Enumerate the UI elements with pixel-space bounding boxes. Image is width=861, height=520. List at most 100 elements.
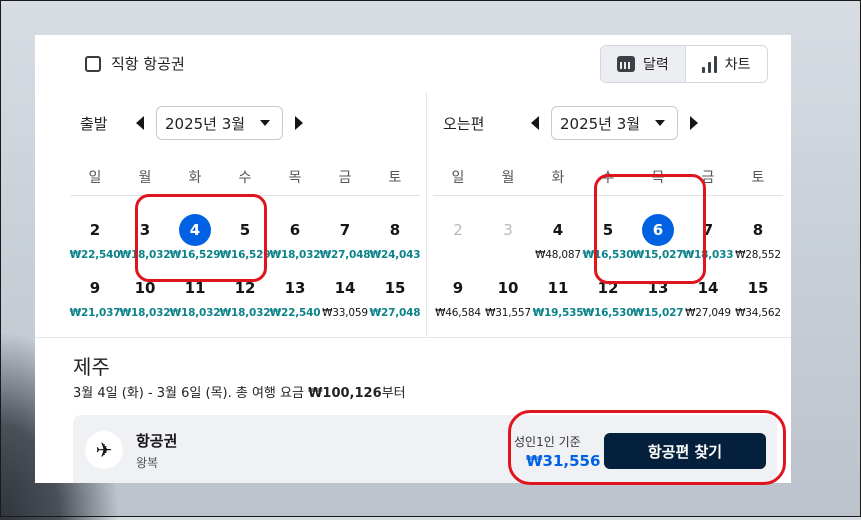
day-number: 7 (702, 221, 714, 239)
day-price: ₩18,032 (119, 249, 171, 261)
day-price: ₩27,049 (685, 307, 731, 319)
day-price: ₩27,048 (319, 249, 371, 261)
calendar-day[interactable]: 9 ₩21,037 (70, 272, 121, 330)
departure-month-value: 2025년 3월 (165, 114, 246, 133)
flight-search-panel: 직항 항공권 달력 차트 출발 2025년 3월 일 월 화 수 목 금 토 2… (35, 35, 791, 483)
calendar-day[interactable]: 12 ₩16,530 (582, 272, 634, 330)
day-price: ₩18,032 (169, 307, 221, 319)
prev-month-icon[interactable] (136, 116, 144, 130)
day-number: 3 (139, 221, 151, 239)
calendar-day[interactable]: 7 ₩18,033 (682, 214, 734, 272)
calendar-day[interactable]: 3 ₩18,032 (119, 214, 171, 272)
weekday-header: 일 월 화 수 목 금 토 (433, 167, 783, 187)
day-number: 13 (284, 279, 306, 297)
next-month-icon[interactable] (690, 116, 698, 130)
day-number: 4 (552, 221, 564, 239)
day-number: 12 (234, 279, 256, 297)
day-price: ₩16,529 (219, 249, 271, 261)
day-number: 11 (547, 279, 569, 297)
calendar-day[interactable]: 15 ₩27,048 (370, 272, 421, 330)
calendar-day[interactable]: 9 ₩46,584 (433, 272, 483, 330)
calendar-day[interactable]: 10 ₩31,557 (483, 272, 533, 330)
day-number: 14 (697, 279, 719, 297)
weekday-label: 월 (501, 170, 515, 186)
calendar-day: 2 (433, 214, 483, 272)
day-number: 9 (452, 279, 464, 297)
day-number: 10 (497, 279, 519, 297)
chart-view-button[interactable]: 차트 (684, 46, 767, 82)
day-number: 8 (752, 221, 764, 239)
day-price: ₩18,032 (269, 249, 321, 261)
destination-title: 제주 (73, 355, 110, 379)
return-day-grid: 2 3 4 ₩48,087 5 ₩16,530 6 ₩15,027 7 ₩18,033 8 ₩28,5… (433, 214, 783, 330)
weekday-label: 수 (601, 170, 615, 186)
find-flights-button[interactable]: 항공편 찾기 (604, 433, 766, 469)
bar-chart-icon (701, 55, 717, 73)
calendar-day[interactable]: 7 ₩27,048 (319, 214, 371, 272)
calendar-day[interactable]: 8 ₩24,043 (369, 214, 421, 272)
day-price: ₩34,562 (735, 307, 781, 319)
next-month-icon[interactable] (295, 116, 303, 130)
day-price: ₩15,027 (632, 249, 684, 261)
section-divider (35, 337, 791, 338)
day-number: 6 (289, 221, 301, 239)
chart-view-label: 차트 (724, 57, 751, 73)
day-price: ₩16,530 (582, 249, 634, 261)
calendar-day[interactable]: 13 ₩22,540 (269, 272, 321, 330)
calendar-day[interactable]: 15 ₩34,562 (733, 272, 783, 330)
trip-type: 왕복 (136, 456, 159, 470)
weekday-label: 토 (751, 170, 765, 186)
departure-day-grid: 2 ₩22,540 3 ₩18,032 4 ₩16,529 5 ₩16,529 6 ₩18,032… (70, 214, 421, 330)
calendar-view-button[interactable]: 달력 (601, 46, 685, 82)
day-number: 9 (89, 279, 101, 297)
day-price: ₩16,530 (582, 307, 634, 319)
return-month-select[interactable]: 2025년 3월 (551, 106, 678, 140)
flight-price: ₩31,556 (526, 452, 601, 470)
day-price: ₩22,540 (269, 307, 321, 319)
departure-label: 출발 (80, 114, 108, 133)
day-number: 5 (239, 221, 251, 239)
day-price: ₩48,087 (535, 249, 581, 261)
day-price: ₩18,033 (682, 249, 734, 261)
price-basis: 성인1인 기준 (514, 435, 581, 449)
calendar-day[interactable]: 11 ₩19,535 (533, 272, 584, 330)
day-number: 15 (747, 279, 769, 297)
calendar-day[interactable]: 4 ₩16,529 (170, 214, 221, 272)
card-title: 항공권 (136, 432, 178, 450)
return-label: 오는편 (443, 114, 485, 133)
day-number: 14 (334, 279, 356, 297)
calendar-day[interactable]: 11 ₩18,032 (169, 272, 221, 330)
weekday-label: 화 (551, 170, 565, 186)
calendar-day[interactable]: 2 ₩22,540 (70, 214, 121, 272)
direct-flights-filter[interactable]: 직항 항공권 (85, 53, 185, 74)
prev-month-icon[interactable] (531, 116, 539, 130)
calendar-day[interactable]: 4 ₩48,087 (533, 214, 583, 272)
calendar-day[interactable]: 6 ₩15,027 (632, 214, 684, 272)
day-number: 2 (89, 221, 101, 239)
calendar-day[interactable]: 8 ₩28,552 (733, 214, 783, 272)
airplane-icon: ✈ (85, 431, 123, 469)
day-number: 3 (503, 221, 513, 239)
day-number: 4 (179, 214, 211, 246)
weekday-label: 월 (138, 170, 152, 186)
day-price: ₩31,557 (485, 307, 531, 319)
calendar-day[interactable]: 6 ₩18,032 (269, 214, 321, 272)
calendar-day[interactable]: 14 ₩33,059 (320, 272, 370, 330)
day-price: ₩18,032 (119, 307, 171, 319)
day-price: ₩18,032 (219, 307, 271, 319)
weekday-label: 토 (388, 170, 402, 186)
calendar-day[interactable]: 10 ₩18,032 (119, 272, 171, 330)
weekday-label: 금 (701, 170, 715, 186)
day-price: ₩46,584 (435, 307, 481, 319)
departure-month-select[interactable]: 2025년 3월 (156, 106, 283, 140)
calendar-day[interactable]: 12 ₩18,032 (219, 272, 271, 330)
day-price: ₩24,043 (369, 249, 421, 261)
calendar-day[interactable]: 5 ₩16,530 (582, 214, 634, 272)
calendar-day[interactable]: 13 ₩15,027 (633, 272, 684, 330)
departure-calendar-header: 출발 2025년 3월 (80, 105, 311, 141)
calendar-day[interactable]: 14 ₩27,049 (683, 272, 733, 330)
calendar-day[interactable]: 5 ₩16,529 (219, 214, 271, 272)
direct-flights-checkbox[interactable] (85, 55, 101, 72)
trip-total-price: ₩100,126 (308, 386, 382, 401)
weekday-label: 수 (238, 170, 252, 186)
